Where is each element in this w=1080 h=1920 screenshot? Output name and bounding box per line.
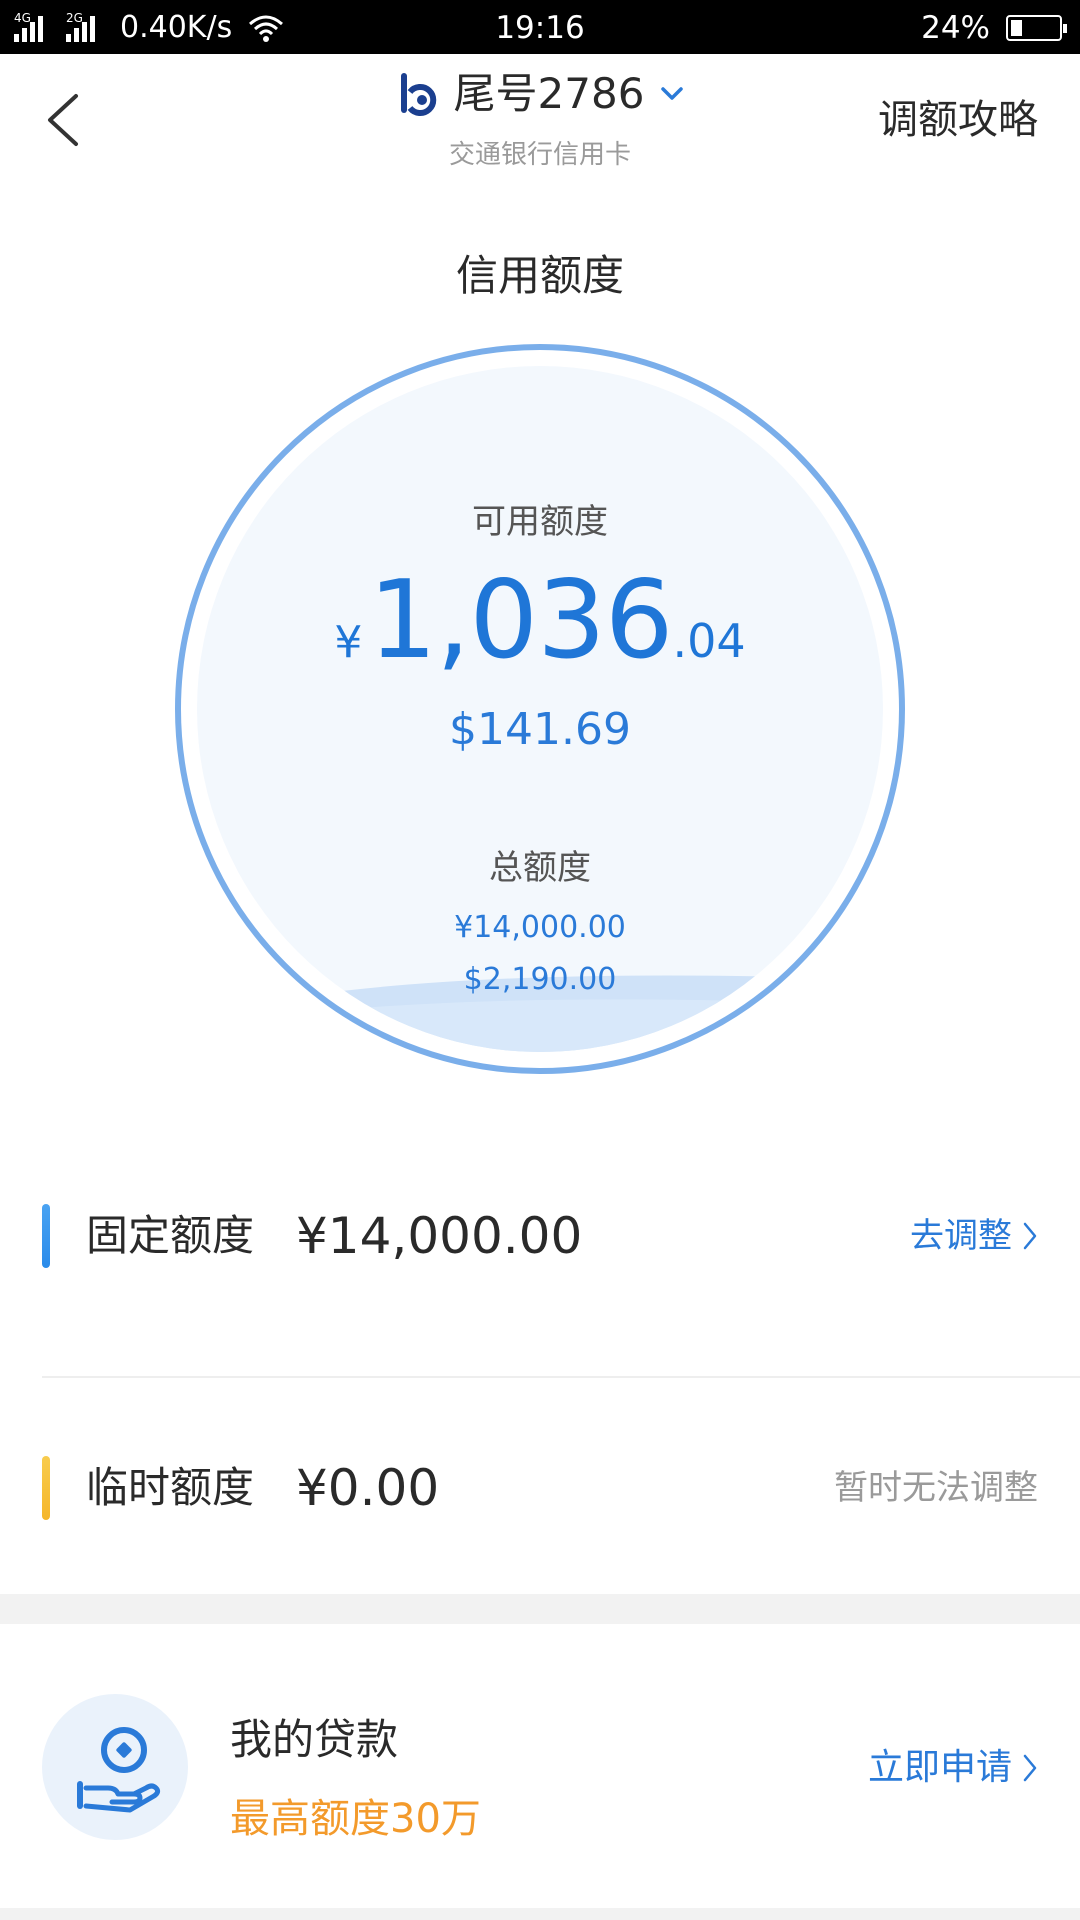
- temporary-limit-accent-bar: [42, 1456, 50, 1520]
- total-limit-cny: ¥14,000.00: [454, 910, 626, 945]
- chevron-down-icon[interactable]: [660, 86, 684, 102]
- limit-guide-link[interactable]: 调额攻略: [878, 92, 1038, 148]
- adjust-limit-label: 去调整: [910, 1216, 1012, 1256]
- available-integer: 1,036: [368, 558, 673, 683]
- temporary-limit-status: 暂时无法调整: [834, 1468, 1038, 1508]
- temporary-limit-label: 临时额度: [86, 1463, 255, 1512]
- adjust-limit-button[interactable]: 去调整: [910, 1204, 1038, 1268]
- chevron-right-icon: [1023, 1222, 1037, 1250]
- bank-logo-icon: [400, 73, 436, 116]
- available-currency: ¥: [334, 617, 363, 668]
- chevron-right-icon: [1023, 1754, 1037, 1782]
- clock: 19:16: [495, 10, 585, 46]
- fixed-limit-value: ¥14,000.00: [296, 1207, 583, 1265]
- available-decimal: .04: [672, 614, 746, 668]
- fixed-limit-accent-bar: [42, 1204, 50, 1268]
- fixed-limit-row: 固定额度 ¥14,000.00 去调整: [0, 1204, 1080, 1268]
- section-separator: [0, 1594, 1080, 1624]
- row-divider: [42, 1376, 1080, 1378]
- app-header: 尾号2786 交通银行信用卡 调额攻略: [0, 54, 1080, 184]
- bottom-separator: [0, 1908, 1080, 1920]
- battery-percent: 24%: [921, 10, 990, 46]
- fixed-limit-label: 固定额度: [86, 1211, 255, 1260]
- total-limit-usd: $2,190.00: [463, 962, 617, 997]
- card-title: 尾号2786: [453, 69, 645, 118]
- battery-icon: [1006, 15, 1067, 41]
- loan-max-amount: 最高额度30万: [230, 1796, 481, 1842]
- loan-hand-coin-icon: [77, 1727, 161, 1813]
- apply-loan-label: 立即申请: [867, 1747, 1012, 1788]
- status-bar: 4G 2G 0.40K/s 19:16 24%: [0, 0, 1080, 54]
- loan-icon-badge: [42, 1694, 188, 1840]
- loan-title: 我的贷款: [230, 1715, 399, 1764]
- credit-limit-circle: 可用额度 ¥ 1,036 .04 $141.69 总额度 ¥14,000.00 …: [175, 344, 905, 1074]
- status-right: 24%: [921, 8, 1067, 48]
- section-title: 信用额度: [455, 251, 624, 300]
- temporary-limit-row: 临时额度 ¥0.00 暂时无法调整: [0, 1456, 1080, 1520]
- available-limit-amount: ¥ 1,036 .04: [175, 566, 905, 676]
- available-limit-usd: $141.69: [449, 704, 631, 755]
- available-limit-label: 可用额度: [472, 502, 608, 542]
- total-limit-label: 总额度: [489, 848, 591, 888]
- temporary-limit-value: ¥0.00: [296, 1459, 440, 1517]
- apply-loan-button[interactable]: 立即申请: [868, 1736, 1038, 1800]
